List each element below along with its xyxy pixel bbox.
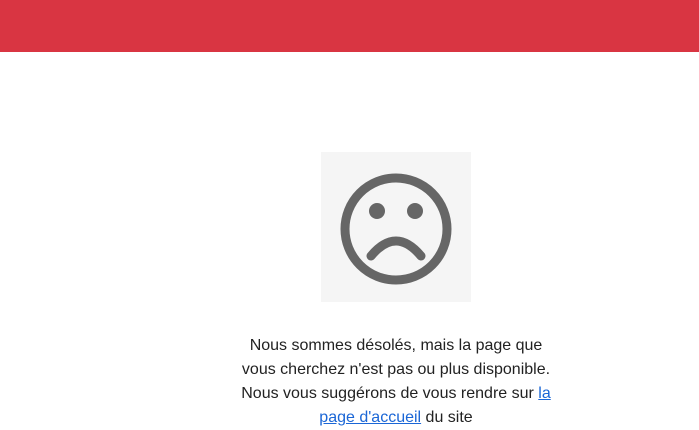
error-message-suffix: du site: [421, 409, 473, 426]
error-message-text: Nous sommes désolés, mais la page que vo…: [241, 337, 551, 402]
error-message: Nous sommes désolés, mais la page que vo…: [240, 334, 552, 430]
sad-face-icon: [340, 173, 452, 285]
top-banner: [0, 0, 699, 52]
error-illustration: [321, 152, 471, 302]
